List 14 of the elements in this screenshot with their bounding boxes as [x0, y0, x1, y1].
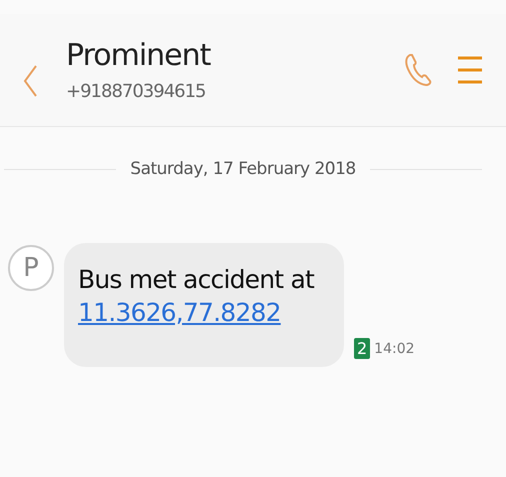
contact-name: Prominent	[66, 38, 212, 73]
back-button[interactable]	[22, 64, 38, 98]
date-separator: Saturday, 17 February 2018	[130, 159, 356, 179]
coordinates-link[interactable]: 11.3626,77.8282	[78, 298, 314, 327]
phone-number: +918870394615	[66, 81, 207, 102]
message-time: 14:02	[374, 340, 415, 356]
menu-button[interactable]	[458, 55, 482, 85]
message-text: Bus met accident at	[78, 265, 314, 294]
contact-avatar: P	[8, 245, 54, 291]
phone-icon	[404, 53, 432, 87]
call-button[interactable]	[404, 53, 432, 87]
back-icon	[22, 64, 38, 98]
menu-icon	[458, 55, 482, 85]
sim-badge: 2	[354, 338, 370, 359]
